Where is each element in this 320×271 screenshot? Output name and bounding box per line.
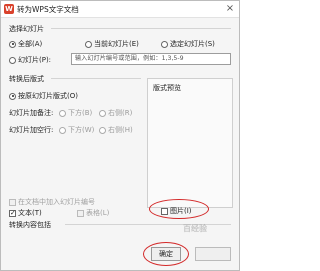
radio-dot <box>161 40 168 48</box>
radio-comments-right[interactable]: 右侧(R) <box>99 108 132 118</box>
title-bar: W 转为WPS文字文档 × <box>1 1 239 18</box>
image-highlight-annotation <box>149 199 209 219</box>
layout-group-label: 转换后版式 <box>9 75 44 83</box>
radio-all-label: 全部(A) <box>18 40 43 48</box>
radio-dot <box>59 109 66 117</box>
table-checkbox-label: 表格(L) <box>86 209 110 217</box>
divider <box>51 78 141 79</box>
wps-app-icon: W <box>4 4 14 14</box>
cancel-button[interactable] <box>195 247 231 261</box>
radio-all[interactable]: 全部(A) <box>9 39 42 49</box>
slide-range-input[interactable]: 输入幻灯片编号或范围，例如：1,3,5-9 <box>71 53 231 65</box>
radio-original-layout[interactable]: 按原幻灯片版式(O) <box>9 91 78 101</box>
radio-dot <box>85 40 92 48</box>
insert-slide-number-checkbox[interactable]: 在文档中加入幻灯片编号 <box>9 197 95 207</box>
dialog-title: 转为WPS文字文档 <box>17 5 79 14</box>
radio-blank-right[interactable]: 右侧(H) <box>99 125 133 135</box>
content-group-label: 转换内容包括 <box>9 221 51 229</box>
checkbox-box <box>9 209 16 217</box>
radio-slide-range-label: 幻灯片(P): <box>18 56 52 64</box>
radio-dot <box>99 109 106 117</box>
radio-current-slide-label: 当前幻灯片(E) <box>94 40 139 48</box>
divider <box>51 28 231 29</box>
add-comments-label: 幻灯片加备注: <box>9 109 54 117</box>
radio-dot <box>9 92 16 100</box>
radio-current-slide[interactable]: 当前幻灯片(E) <box>85 39 139 49</box>
insert-slide-number-label: 在文档中加入幻灯片编号 <box>18 198 95 206</box>
radio-slide-range[interactable]: 幻灯片(P): <box>9 55 51 65</box>
radio-selected-slides-label: 选定幻灯片(S) <box>170 40 215 48</box>
select-slides-group-label: 选择幻灯片 <box>9 25 44 33</box>
ok-highlight-annotation <box>143 242 189 266</box>
radio-original-layout-label: 按原幻灯片版式(O) <box>18 92 78 100</box>
checkbox-box <box>77 209 84 217</box>
radio-dot <box>59 126 66 134</box>
text-checkbox[interactable]: 文本(T) <box>9 208 42 218</box>
watermark-text: 百经验 <box>183 224 207 233</box>
radio-comments-below-label: 下方(B) <box>68 109 93 117</box>
text-checkbox-label: 文本(T) <box>18 209 42 217</box>
table-checkbox[interactable]: 表格(L) <box>77 208 109 218</box>
radio-blank-right-label: 右侧(H) <box>108 126 133 134</box>
radio-comments-below[interactable]: 下方(B) <box>59 108 92 118</box>
radio-comments-right-label: 右侧(R) <box>108 109 133 117</box>
radio-dot <box>9 40 16 48</box>
checkbox-box <box>9 198 16 206</box>
layout-preview-panel <box>147 78 233 208</box>
radio-selected-slides[interactable]: 选定幻灯片(S) <box>161 39 215 49</box>
radio-blank-below[interactable]: 下方(W) <box>59 125 94 135</box>
radio-dot <box>9 56 16 64</box>
radio-dot <box>99 126 106 134</box>
close-icon[interactable]: × <box>224 3 236 15</box>
layout-preview-label: 版式预览 <box>153 84 181 92</box>
add-blank-lines-label: 幻灯片加空行: <box>9 126 54 134</box>
radio-blank-below-label: 下方(W) <box>68 126 95 134</box>
convert-dialog: W 转为WPS文字文档 × 选择幻灯片 全部(A) 当前幻灯片(E) 选定幻灯片… <box>0 0 240 271</box>
